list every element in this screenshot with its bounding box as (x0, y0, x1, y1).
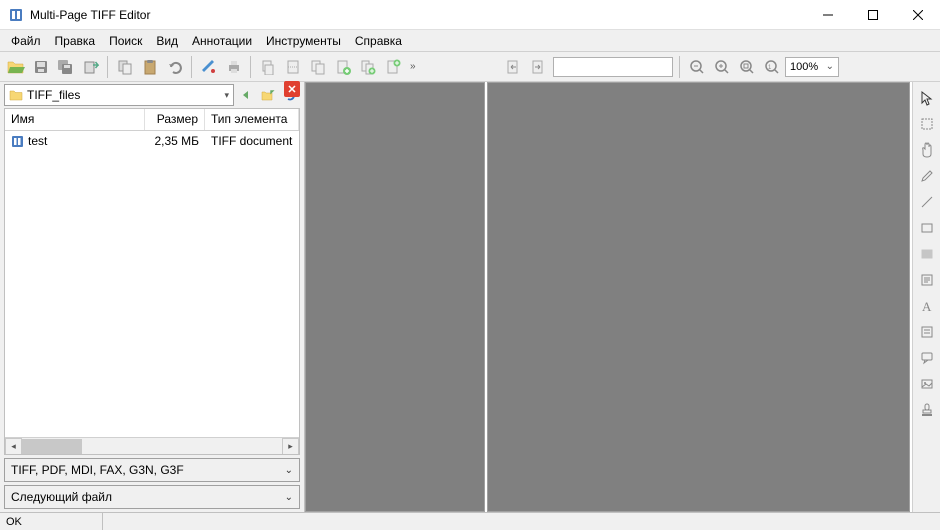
app-icon (8, 7, 24, 23)
maximize-button[interactable] (850, 0, 895, 30)
horizontal-scrollbar[interactable]: ◂ ▸ (5, 437, 299, 454)
next-file-label: Следующий файл (11, 490, 112, 504)
pencil-tool[interactable] (916, 164, 938, 188)
col-header-size[interactable]: Размер (145, 109, 205, 130)
menu-search[interactable]: Поиск (102, 32, 149, 50)
page-cut-button[interactable] (281, 55, 305, 79)
menu-edit[interactable]: Правка (48, 32, 103, 50)
highlight-tool[interactable] (916, 320, 938, 344)
page-add-button[interactable] (331, 55, 355, 79)
stamp-tool[interactable] (916, 398, 938, 422)
file-size: 2,35 МБ (145, 134, 205, 148)
zoom-fit-button[interactable] (735, 55, 759, 79)
chevron-down-icon: ⌄ (826, 61, 834, 72)
minimize-button[interactable] (805, 0, 850, 30)
scroll-left-button[interactable]: ◂ (5, 438, 22, 455)
folder-path-combo[interactable]: TIFF_files ▾ (4, 84, 234, 106)
menu-annotations[interactable]: Аннотации (185, 32, 259, 50)
zoom-combo[interactable]: 100% ⌄ (785, 57, 839, 77)
toolbar-overflow-icon[interactable]: » (410, 61, 416, 72)
next-file-combo[interactable]: Следующий файл ⌄ (4, 485, 300, 509)
list-item[interactable]: test 2,35 МБ TIFF document (5, 131, 299, 151)
thumbnail-pane[interactable] (305, 82, 485, 512)
menubar: Файл Правка Поиск Вид Аннотации Инструме… (0, 30, 940, 52)
status-text: OK (6, 516, 22, 528)
main-viewer-pane[interactable] (487, 82, 910, 512)
file-type: TIFF document (205, 134, 299, 148)
copy-button[interactable] (113, 55, 137, 79)
close-button[interactable] (895, 0, 940, 30)
filled-rect-tool[interactable] (916, 242, 938, 266)
folder-name: TIFF_files (27, 88, 80, 102)
line-tool[interactable] (916, 190, 938, 214)
zoom-in-button[interactable] (710, 55, 734, 79)
menu-view[interactable]: Вид (149, 32, 185, 50)
chevron-down-icon: ▾ (224, 90, 229, 101)
zoom-actual-button[interactable]: 1 (760, 55, 784, 79)
annotation-toolbar: A (912, 82, 940, 512)
col-header-name[interactable]: Имя (5, 109, 145, 130)
print-button[interactable] (222, 55, 246, 79)
file-icon (11, 135, 24, 148)
menu-help[interactable]: Справка (348, 32, 409, 50)
note-tool[interactable] (916, 268, 938, 292)
page-copy-button[interactable] (306, 55, 330, 79)
page-number-input[interactable] (553, 57, 673, 77)
file-list: Имя Размер Тип элемента test 2,35 МБ TIF… (4, 108, 300, 455)
zoom-value: 100% (790, 61, 818, 73)
image-tool[interactable] (916, 372, 938, 396)
scan-button[interactable] (197, 55, 221, 79)
scroll-thumb[interactable] (22, 439, 82, 454)
save-button[interactable] (29, 55, 53, 79)
prev-page-button[interactable] (501, 55, 525, 79)
page-append-button[interactable] (381, 55, 405, 79)
statusbar: OK (0, 512, 940, 530)
file-filter-combo[interactable]: TIFF, PDF, MDI, FAX, G3N, G3F ⌄ (4, 458, 300, 482)
chevron-down-icon: ⌄ (285, 465, 293, 476)
menu-tools[interactable]: Инструменты (259, 32, 348, 50)
scroll-right-button[interactable]: ▸ (282, 438, 299, 455)
paste-button[interactable] (138, 55, 162, 79)
select-tool[interactable] (916, 112, 938, 136)
save-all-button[interactable] (54, 55, 78, 79)
callout-tool[interactable] (916, 346, 938, 370)
filter-value: TIFF, PDF, MDI, FAX, G3N, G3F (11, 463, 184, 477)
open-button[interactable] (4, 55, 28, 79)
text-tool[interactable]: A (916, 294, 938, 318)
export-button[interactable] (79, 55, 103, 79)
undo-button[interactable] (163, 55, 187, 79)
pointer-tool[interactable] (916, 86, 938, 110)
nav-back-button[interactable] (236, 85, 256, 105)
nav-up-button[interactable] (258, 85, 278, 105)
rect-tool[interactable] (916, 216, 938, 240)
page-insert-button[interactable] (356, 55, 380, 79)
panel-close-button[interactable]: ✕ (284, 81, 300, 97)
chevron-expand-icon: ⌄ (285, 492, 293, 503)
hand-tool[interactable] (916, 138, 938, 162)
svg-text:1: 1 (768, 65, 772, 71)
page-first-button[interactable] (256, 55, 280, 79)
svg-text:A: A (922, 299, 932, 313)
zoom-out-button[interactable] (685, 55, 709, 79)
col-header-type[interactable]: Тип элемента (205, 109, 299, 130)
folder-icon (9, 89, 23, 101)
menu-file[interactable]: Файл (4, 32, 48, 50)
window-title: Multi-Page TIFF Editor (30, 8, 805, 22)
file-name: test (28, 134, 47, 148)
next-page-button[interactable] (526, 55, 550, 79)
